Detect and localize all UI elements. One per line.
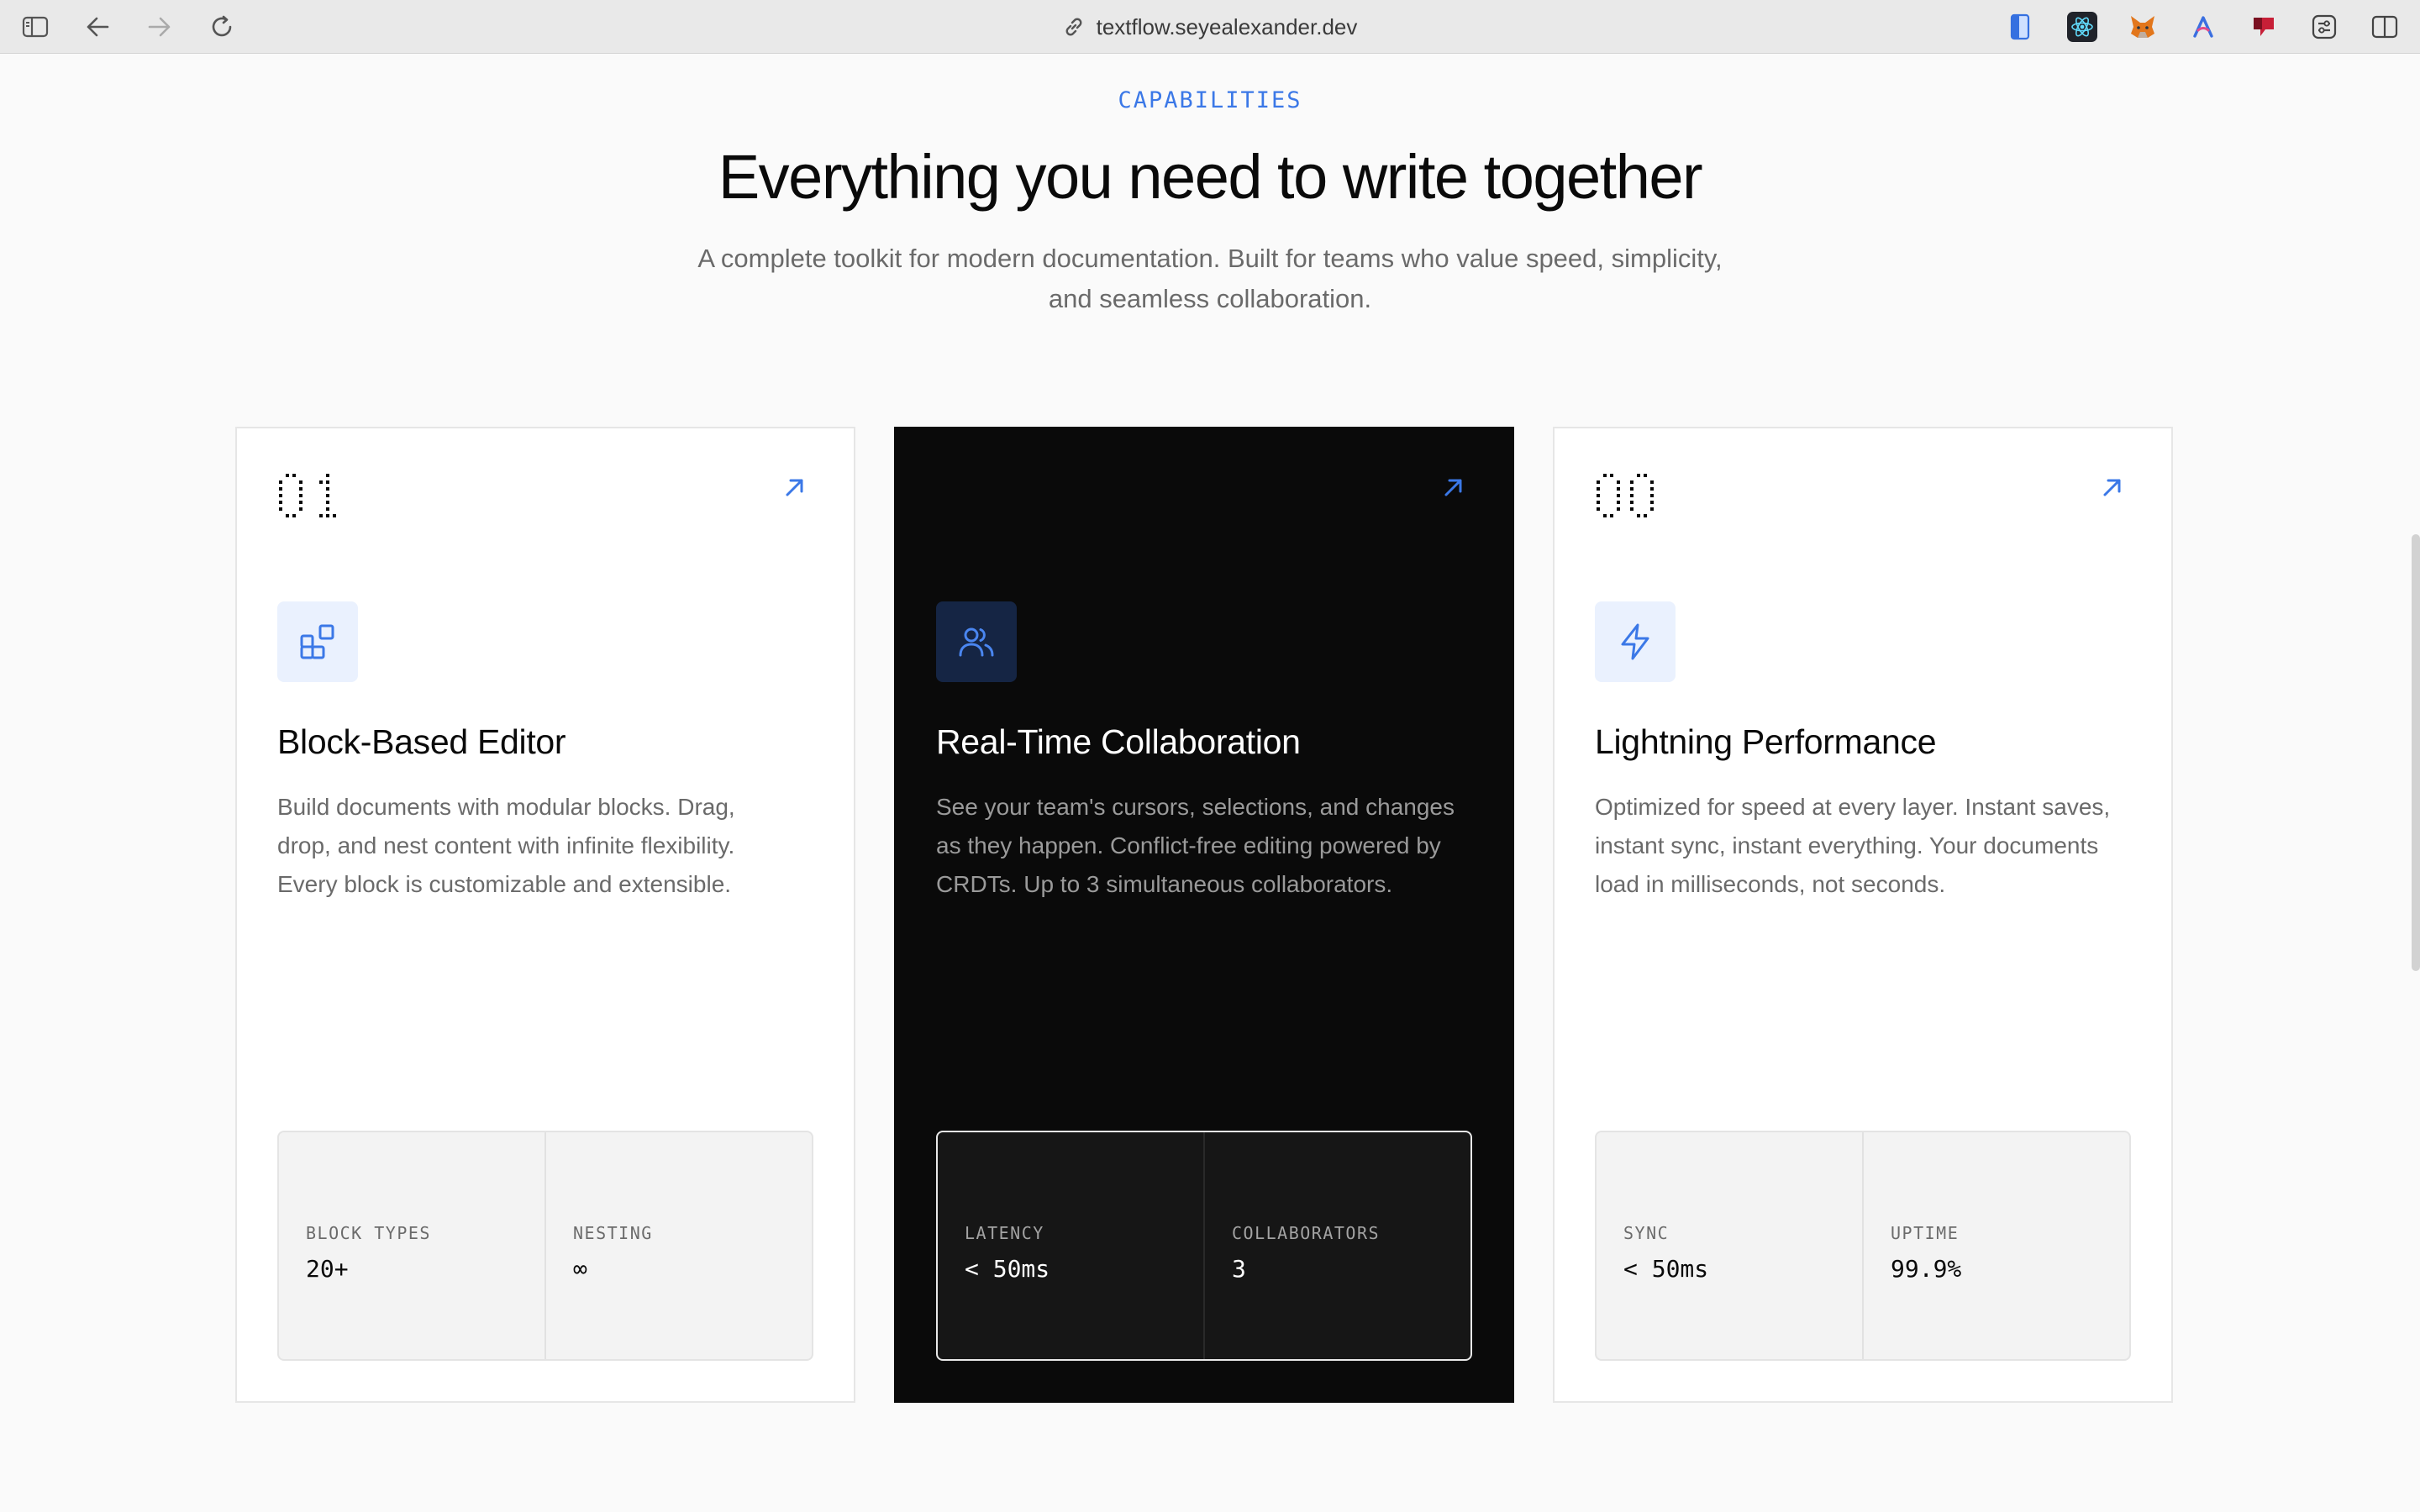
stat-nesting: NESTING ∞ <box>544 1132 812 1359</box>
stat-label: BLOCK TYPES <box>306 1223 431 1243</box>
card-title: Lightning Performance <box>1595 722 1937 761</box>
arrow-up-right-icon[interactable] <box>1440 474 1467 501</box>
desc-line: load in milliseconds, not seconds. <box>1595 871 1946 897</box>
desc-line: CRDTs. Up to 3 simultaneous collaborator… <box>936 871 1393 897</box>
subtitle-line: and seamless collaboration. <box>1048 284 1372 313</box>
back-icon[interactable] <box>81 10 114 44</box>
card-number-graphic: 01 <box>277 469 341 522</box>
stat-block-types: BLOCK TYPES 20+ <box>279 1132 544 1359</box>
desc-line: Build documents with modular blocks. Dra… <box>277 794 735 820</box>
lightning-icon <box>1595 601 1676 682</box>
arc-extension-icon[interactable] <box>2188 12 2218 42</box>
stat-value: < 50ms <box>1623 1255 1709 1283</box>
stat-label: NESTING <box>573 1223 653 1243</box>
card-stats: SYNC < 50ms UPTIME 99.9% <box>1595 1131 2131 1361</box>
stat-label: UPTIME <box>1891 1223 1960 1243</box>
stat-label: SYNC <box>1623 1223 1670 1243</box>
stat-sync: SYNC < 50ms <box>1597 1132 1862 1359</box>
reload-icon[interactable] <box>205 10 239 44</box>
desc-line: Optimized for speed at every layer. Inst… <box>1595 794 2111 820</box>
stat-value: 20+ <box>306 1255 349 1283</box>
phone-extension-icon[interactable] <box>2005 12 2035 42</box>
metamask-fox-icon[interactable] <box>2128 12 2158 42</box>
stat-value: 99.9% <box>1891 1255 1962 1283</box>
desc-line: See your team's cursors, selections, and… <box>936 794 1455 820</box>
desc-line: instant sync, instant everything. Your d… <box>1595 832 2099 858</box>
card-description: Build documents with modular blocks. Dra… <box>277 788 823 904</box>
feature-card-performance[interactable]: 03 Lightning Performance Optimized for s… <box>1553 427 2173 1403</box>
forward-icon[interactable] <box>143 10 176 44</box>
browser-toolbar: textflow.seyealexander.dev <box>0 0 2420 54</box>
card-title: Real-Time Collaboration <box>936 722 1301 761</box>
card-description: See your team's cursors, selections, and… <box>936 788 1482 904</box>
card-stats: BLOCK TYPES 20+ NESTING ∞ <box>277 1131 813 1361</box>
card-description: Optimized for speed at every layer. Inst… <box>1595 788 2141 904</box>
react-devtools-icon[interactable] <box>2067 12 2097 42</box>
feature-card-block-editor[interactable]: 01 Block-Based Editor Build documents wi… <box>235 427 855 1403</box>
section-headline: Everything you need to write together <box>718 142 1703 212</box>
stat-value: ∞ <box>573 1255 587 1283</box>
sidebar-toggle-icon[interactable] <box>18 10 52 44</box>
card-stats: LATENCY < 50ms COLLABORATORS 3 <box>936 1131 1472 1361</box>
subtitle-line: A complete toolkit for modern documentat… <box>697 244 1723 273</box>
stat-label: LATENCY <box>965 1223 1044 1243</box>
link-icon <box>1063 16 1085 38</box>
desc-line: drop, and nest content with infinite fle… <box>277 832 735 858</box>
desc-line: Every block is customizable and extensib… <box>277 871 732 897</box>
toggle-extension-icon[interactable] <box>2309 12 2339 42</box>
address-bar[interactable]: textflow.seyealexander.dev <box>1025 12 1395 42</box>
feature-card-collaboration[interactable]: Real-Time Collaboration See your team's … <box>894 427 1514 1403</box>
section-subtitle: A complete toolkit for modern documentat… <box>639 239 1781 319</box>
desc-line: as they happen. Conflict-free editing po… <box>936 832 1441 858</box>
stat-latency: LATENCY < 50ms <box>938 1132 1203 1359</box>
arrow-up-right-icon[interactable] <box>2099 474 2126 501</box>
stat-collaborators: COLLABORATORS 3 <box>1203 1132 1470 1359</box>
stat-value: < 50ms <box>965 1255 1050 1283</box>
section-eyebrow: CAPABILITIES <box>1118 87 1302 113</box>
stat-uptime: UPTIME 99.9% <box>1862 1132 2129 1359</box>
users-icon <box>936 601 1017 682</box>
stat-value: 3 <box>1232 1255 1246 1283</box>
page-scrollbar[interactable] <box>2412 534 2420 971</box>
arrow-up-right-icon[interactable] <box>781 474 808 501</box>
url-text: textflow.seyealexander.dev <box>1096 13 1358 39</box>
bookmark-flag-icon[interactable] <box>2249 12 2279 42</box>
stat-label: COLLABORATORS <box>1232 1223 1381 1243</box>
blocks-icon <box>277 601 358 682</box>
split-view-icon[interactable] <box>2370 12 2400 42</box>
card-number-graphic: 03 <box>1595 469 1659 522</box>
card-title: Block-Based Editor <box>277 722 566 761</box>
